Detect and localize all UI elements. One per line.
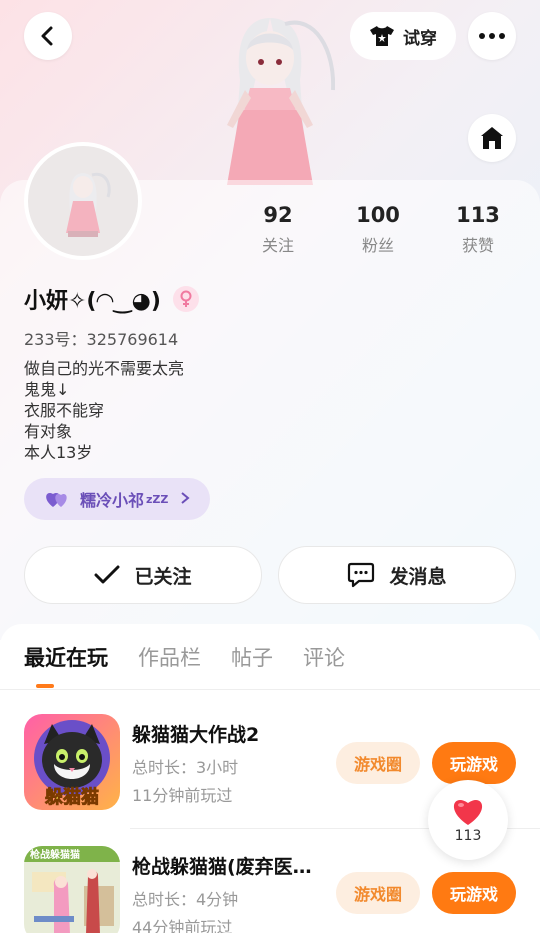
tab-posts[interactable]: 帖子 (231, 642, 273, 672)
bio-line: 做自己的光不需要太亮 (24, 359, 185, 378)
chevron-right-icon (180, 490, 190, 509)
stat-value: 100 (356, 203, 400, 227)
chat-icon (348, 562, 375, 588)
more-icon (479, 33, 505, 39)
play-game-button[interactable]: 玩游戏 (432, 742, 516, 784)
chevron-left-icon (41, 26, 53, 46)
avatar-figure (66, 172, 111, 237)
followed-label: 已关注 (134, 565, 192, 588)
badge-label: 糯冷小祁 (80, 491, 145, 510)
content-panel: 最近在玩 作品栏 帖子 评论 躲猫猫 躲猫猫大作战2 总时长：3小时 11分钟前… (0, 624, 540, 933)
badge-suffix: zZZ (146, 492, 169, 506)
game-icon: 躲猫猫 (24, 714, 120, 810)
home-icon (481, 127, 503, 149)
avatar[interactable] (24, 142, 142, 260)
message-label: 发消息 (389, 565, 447, 588)
game-circle-button[interactable]: 游戏圈 (336, 742, 420, 784)
tab-works[interactable]: 作品栏 (138, 642, 201, 672)
game-icon-text: 躲猫猫 (45, 786, 99, 808)
more-button[interactable] (468, 12, 516, 60)
game-duration: 总时长：4分钟 (132, 890, 239, 909)
stat-label: 关注 (261, 236, 294, 255)
heart-icon (453, 800, 483, 825)
game-title: 躲猫猫大作战2 (132, 724, 260, 746)
stat-value: 92 (263, 203, 293, 227)
tab-recently-played[interactable]: 最近在玩 (24, 642, 108, 672)
like-count: 113 (454, 828, 482, 844)
stats-bar: 92 关注 100 粉丝 113 获赞 (228, 200, 528, 260)
check-icon (94, 565, 120, 584)
game-last-played: 44分钟前玩过 (132, 918, 233, 933)
game-last-played: 11分钟前玩过 (132, 786, 233, 805)
stat-followers[interactable]: 100 粉丝 (328, 200, 428, 260)
active-tab-indicator (36, 684, 54, 688)
female-icon (172, 286, 199, 312)
stat-following[interactable]: 92 关注 (228, 200, 328, 260)
user-id: 233号：325769614 (24, 330, 179, 349)
divider (0, 689, 540, 690)
game-row[interactable]: 枪战躲猫猫 枪战躲猫猫(废弃医… 总时长：4分钟 44分钟前玩过 游戏圈 玩游戏 (24, 846, 516, 933)
stat-likes[interactable]: 113 获赞 (428, 200, 528, 260)
shirt-icon (370, 26, 394, 46)
bio-line: 本人13岁 (24, 443, 93, 462)
game-duration: 总时长：3小时 (132, 758, 239, 777)
profile-hero: 试穿 92 关注 100 粉丝 113 获赞 小妍✧(◠‿◕) 233号：325… (0, 0, 540, 640)
game-icon-text: 枪战躲猫猫 (30, 848, 80, 861)
bio-line: 有对象 (24, 422, 73, 441)
character-figure (227, 18, 335, 185)
stat-value: 113 (456, 203, 500, 227)
message-button[interactable]: 发消息 (278, 546, 516, 604)
nickname-row: 小妍✧(◠‿◕) (24, 282, 199, 316)
followed-button[interactable]: 已关注 (24, 546, 262, 604)
nickname: 小妍✧(◠‿◕) (24, 289, 161, 314)
try-on-label: 试穿 (403, 28, 437, 49)
double-heart-icon (46, 493, 67, 507)
relationship-badge[interactable]: 糯冷小祁 zZZ (24, 478, 210, 520)
tab-comments[interactable]: 评论 (303, 642, 345, 672)
game-icon: 枪战躲猫猫 (24, 846, 120, 933)
like-button[interactable]: 113 (428, 780, 508, 860)
try-on-button[interactable]: 试穿 (350, 12, 456, 60)
back-button[interactable] (24, 12, 72, 60)
stat-label: 获赞 (461, 236, 494, 255)
bio-line: 衣服不能穿 (24, 401, 105, 420)
home-button[interactable] (468, 114, 516, 162)
bio: 做自己的光不需要太亮 鬼鬼↓ 衣服不能穿 有对象 本人13岁 (24, 358, 184, 463)
game-title: 枪战躲猫猫(废弃医… (132, 856, 312, 878)
game-circle-button[interactable]: 游戏圈 (336, 872, 420, 914)
play-game-button[interactable]: 玩游戏 (432, 872, 516, 914)
bio-line: 鬼鬼↓ (24, 380, 70, 399)
tab-bar: 最近在玩 作品栏 帖子 评论 (24, 642, 345, 672)
stat-label: 粉丝 (361, 236, 394, 255)
